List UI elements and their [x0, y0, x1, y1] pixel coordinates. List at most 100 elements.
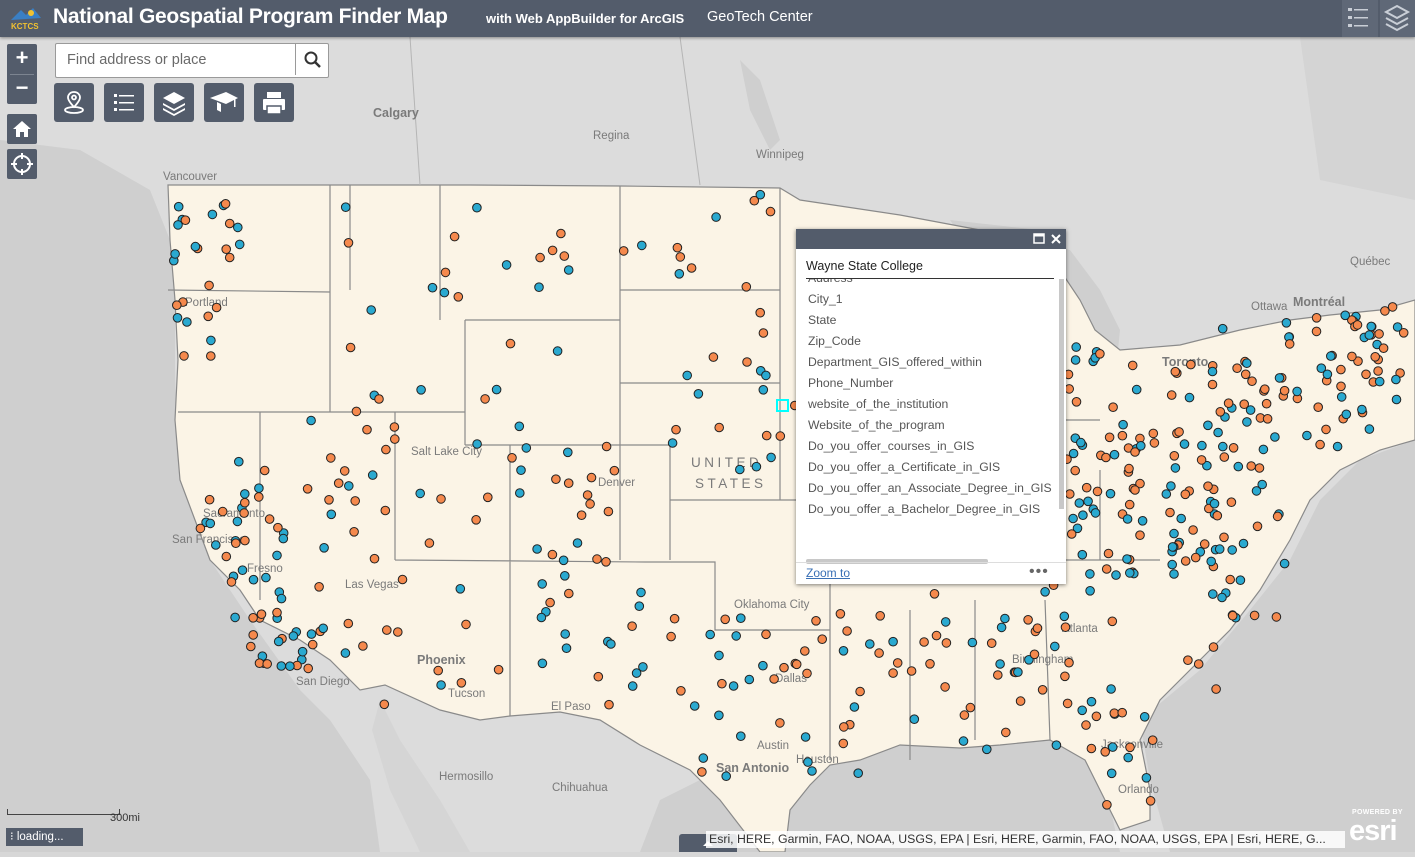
program-point[interactable] — [382, 625, 392, 635]
program-point[interactable] — [536, 612, 547, 623]
program-point[interactable] — [1111, 570, 1121, 580]
program-point[interactable] — [248, 630, 258, 640]
program-point[interactable] — [340, 648, 351, 658]
program-point[interactable] — [1226, 497, 1237, 508]
program-point[interactable] — [1206, 556, 1216, 567]
program-point[interactable] — [714, 710, 724, 721]
program-point[interactable] — [1232, 363, 1242, 374]
program-point[interactable] — [735, 464, 745, 475]
program-point[interactable] — [1068, 513, 1078, 524]
program-point[interactable] — [1207, 379, 1218, 390]
program-point[interactable] — [1208, 642, 1219, 652]
program-point[interactable] — [1227, 610, 1238, 621]
program-point[interactable] — [906, 666, 917, 676]
program-point[interactable] — [1122, 514, 1133, 524]
program-point[interactable] — [234, 239, 245, 250]
program-point[interactable] — [761, 370, 771, 381]
program-point[interactable] — [1188, 525, 1198, 535]
program-point[interactable] — [1281, 318, 1292, 328]
program-point[interactable] — [959, 710, 970, 720]
program-point[interactable] — [758, 328, 769, 338]
program-point[interactable] — [302, 484, 313, 494]
program-point[interactable] — [705, 629, 716, 640]
program-point[interactable] — [765, 206, 776, 217]
program-point[interactable] — [1311, 326, 1322, 337]
program-point[interactable] — [1311, 313, 1322, 323]
program-point[interactable] — [230, 612, 240, 623]
program-point[interactable] — [1292, 386, 1302, 397]
program-point[interactable] — [1180, 489, 1191, 500]
program-point[interactable] — [576, 510, 587, 521]
program-point[interactable] — [1135, 530, 1145, 541]
program-point[interactable] — [1078, 510, 1088, 521]
program-point[interactable] — [561, 643, 572, 654]
program-point[interactable] — [931, 630, 942, 641]
program-point[interactable] — [211, 302, 222, 313]
program-point[interactable] — [667, 438, 678, 448]
program-point[interactable] — [1070, 355, 1081, 365]
program-point[interactable] — [1083, 496, 1093, 507]
program-point[interactable] — [1313, 402, 1323, 413]
program-point[interactable] — [221, 551, 232, 562]
program-point[interactable] — [874, 648, 884, 658]
program-point[interactable] — [1219, 532, 1229, 543]
program-point[interactable] — [1070, 465, 1080, 476]
program-point[interactable] — [248, 613, 258, 623]
program-point[interactable] — [1260, 384, 1270, 395]
program-point[interactable] — [1167, 559, 1177, 570]
program-point[interactable] — [1211, 684, 1221, 694]
program-point[interactable] — [239, 508, 249, 518]
program-point[interactable] — [1186, 359, 1196, 370]
program-point[interactable] — [237, 565, 248, 576]
program-point[interactable] — [552, 346, 563, 356]
program-point[interactable] — [461, 619, 471, 630]
program-point[interactable] — [276, 593, 287, 604]
program-point[interactable] — [1246, 461, 1256, 471]
program-point[interactable] — [693, 389, 704, 399]
program-point[interactable] — [761, 629, 771, 640]
program-point[interactable] — [1176, 513, 1186, 524]
program-point[interactable] — [761, 430, 772, 441]
program-point[interactable] — [501, 260, 512, 270]
program-point[interactable] — [220, 199, 231, 209]
program-point[interactable] — [1124, 463, 1134, 474]
program-point[interactable] — [585, 499, 595, 509]
program-point[interactable] — [996, 622, 1007, 633]
program-point[interactable] — [940, 682, 950, 692]
program-point[interactable] — [697, 767, 707, 777]
program-point[interactable] — [276, 661, 287, 671]
program-point[interactable] — [803, 757, 813, 767]
program-point[interactable] — [736, 613, 746, 624]
program-point[interactable] — [1352, 320, 1363, 330]
program-point[interactable] — [1391, 394, 1402, 405]
program-point[interactable] — [682, 370, 693, 381]
program-point[interactable] — [1064, 657, 1074, 668]
program-point[interactable] — [1183, 655, 1193, 666]
program-point[interactable] — [751, 461, 762, 472]
program-point[interactable] — [563, 265, 574, 275]
program-point[interactable] — [1254, 463, 1265, 473]
program-point[interactable] — [1050, 641, 1060, 652]
program-point[interactable] — [221, 244, 231, 254]
program-point[interactable] — [1170, 463, 1181, 473]
program-point[interactable] — [1029, 649, 1040, 660]
program-point[interactable] — [547, 245, 558, 256]
program-point[interactable] — [1203, 420, 1213, 431]
program-point[interactable] — [1118, 419, 1128, 430]
program-point[interactable] — [1207, 366, 1218, 377]
program-point[interactable] — [1141, 773, 1152, 783]
program-point[interactable] — [838, 738, 849, 749]
program-point[interactable] — [1169, 569, 1179, 579]
program-point[interactable] — [717, 678, 727, 689]
program-point[interactable] — [919, 637, 929, 647]
program-point[interactable] — [390, 434, 400, 444]
close-icon[interactable] — [1050, 233, 1062, 245]
program-point[interactable] — [601, 441, 612, 452]
program-point[interactable] — [1071, 397, 1082, 407]
program-point[interactable] — [671, 424, 681, 435]
program-point[interactable] — [170, 249, 180, 259]
program-point[interactable] — [838, 646, 849, 656]
program-point[interactable] — [1147, 735, 1158, 746]
program-point[interactable] — [564, 588, 574, 599]
program-point[interactable] — [1228, 443, 1239, 453]
